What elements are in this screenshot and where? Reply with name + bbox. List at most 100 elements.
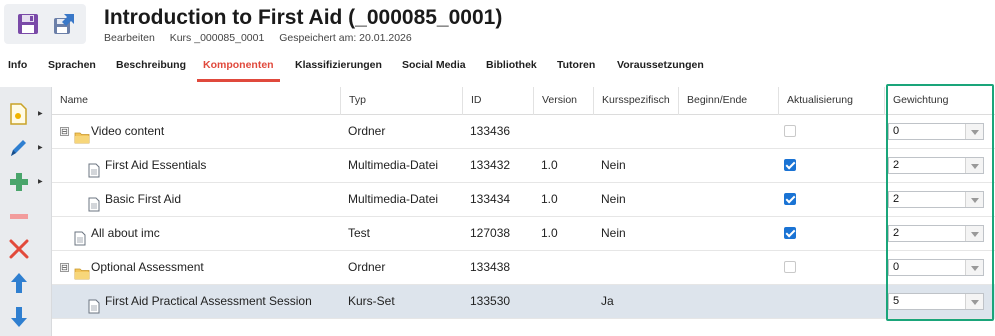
tab-info[interactable]: Info xyxy=(2,52,33,82)
page-meta: Bearbeiten Kurs _000085_0001 Gespeichert… xyxy=(104,32,424,44)
file-icon xyxy=(88,158,102,178)
move-down-icon xyxy=(11,307,27,327)
delete-icon xyxy=(9,239,29,259)
weight-select[interactable]: 0 xyxy=(888,259,984,276)
move-up-button[interactable] xyxy=(6,268,42,298)
chevron-down-icon[interactable] xyxy=(965,260,983,275)
file-icon xyxy=(74,226,88,246)
file-icon xyxy=(88,192,102,212)
column-header-version[interactable]: Version xyxy=(533,87,593,115)
weight-select[interactable]: 5 xyxy=(888,293,984,310)
tab-sprachen[interactable]: Sprachen xyxy=(42,52,102,82)
name-cell: Basic First Aid xyxy=(52,183,340,217)
start-end-cell xyxy=(678,149,778,183)
save-icon[interactable] xyxy=(16,12,40,36)
start-end-cell xyxy=(678,183,778,217)
name-cell: ⊟ Video content xyxy=(52,115,340,149)
meta-saved: Gespeichert am: 20.01.2026 xyxy=(279,32,412,44)
add-icon xyxy=(10,173,28,191)
save-as-icon[interactable] xyxy=(52,12,76,36)
type-cell: Kurs-Set xyxy=(348,294,395,308)
column-header-update[interactable]: Aktualisierung xyxy=(778,87,884,115)
type-cell: Test xyxy=(348,226,371,240)
page-title: Introduction to First Aid (_000085_0001) xyxy=(104,6,503,29)
row-name: Optional Assessment xyxy=(91,260,204,274)
course-specific-cell: Nein xyxy=(601,192,626,206)
new-component-icon xyxy=(10,103,27,125)
new-component-button[interactable]: ▶ xyxy=(6,99,43,129)
id-cell: 133436 xyxy=(470,124,511,138)
column-header-id[interactable]: ID xyxy=(462,87,533,115)
version-cell: 1.0 xyxy=(541,226,558,240)
column-header-course-specific[interactable]: Kursspezifisch xyxy=(593,87,678,115)
move-up-icon xyxy=(11,273,27,293)
id-cell: 133530 xyxy=(470,294,511,308)
chevron-down-icon[interactable] xyxy=(965,192,983,207)
weight-select[interactable]: 0 xyxy=(888,123,984,140)
column-header-weight[interactable]: Gewichtung xyxy=(884,87,995,115)
remove-icon xyxy=(10,214,28,219)
column-header-start-end[interactable]: Beginn/Ende xyxy=(678,87,778,115)
chevron-down-icon[interactable] xyxy=(965,294,983,309)
weight-select[interactable]: 2 xyxy=(888,225,984,242)
add-button[interactable]: ▶ xyxy=(6,167,43,197)
weight-select[interactable]: 2 xyxy=(888,191,984,208)
course-specific-cell: Nein xyxy=(601,158,626,172)
table-row[interactable]: ⊟ Video content Ordner 133436 0 xyxy=(52,115,995,149)
tab-klassifizierungen[interactable]: Klassifizierungen xyxy=(289,52,388,82)
course-specific-cell: Ja xyxy=(601,294,614,308)
update-checkbox xyxy=(784,261,796,273)
delete-button[interactable] xyxy=(6,234,42,264)
table-row[interactable]: ⊟ Optional Assessment Ordner 133438 0 xyxy=(52,251,995,285)
column-header-name[interactable]: Name xyxy=(52,87,340,115)
id-cell: 133434 xyxy=(470,192,511,206)
chevron-down-icon[interactable] xyxy=(965,226,983,241)
edit-button[interactable]: ▶ xyxy=(6,133,43,163)
collapse-toggle-icon[interactable]: ⊟ xyxy=(60,263,69,272)
remove-button[interactable] xyxy=(6,201,42,231)
version-cell xyxy=(533,115,593,149)
tab-tutoren[interactable]: Tutoren xyxy=(551,52,601,82)
tab-beschreibung[interactable]: Beschreibung xyxy=(110,52,192,82)
collapse-toggle-icon[interactable]: ⊟ xyxy=(60,127,69,136)
file-icon xyxy=(88,294,102,314)
course-specific-cell xyxy=(593,115,678,149)
chevron-down-icon[interactable] xyxy=(965,124,983,139)
tab-voraussetzungen[interactable]: Voraussetzungen xyxy=(611,52,710,82)
weight-select[interactable]: 2 xyxy=(888,157,984,174)
column-header-type[interactable]: Typ xyxy=(340,87,462,115)
name-cell: ⊟ Optional Assessment xyxy=(52,251,340,285)
type-cell: Multimedia-Datei xyxy=(348,192,439,206)
update-checkbox[interactable] xyxy=(784,193,796,205)
tab-social-media[interactable]: Social Media xyxy=(396,52,472,82)
type-cell: Ordner xyxy=(348,124,386,138)
start-end-cell xyxy=(678,115,778,149)
table-row[interactable]: First Aid Essentials Multimedia-Datei 1334… xyxy=(52,149,995,183)
id-cell: 133438 xyxy=(470,260,511,274)
table-row[interactable]: Basic First Aid Multimedia-Datei 133434 1.0… xyxy=(52,183,995,217)
edit-icon xyxy=(11,140,26,156)
course-specific-cell xyxy=(593,251,678,285)
tab-bar: Info Sprachen Beschreibung Komponenten K… xyxy=(0,52,995,82)
folder-icon xyxy=(74,260,90,280)
version-cell: 1.0 xyxy=(541,158,558,172)
version-cell xyxy=(533,251,593,285)
tab-komponenten[interactable]: Komponenten xyxy=(197,52,280,82)
table-row[interactable]: First Aid Practical Assessment Session Ku… xyxy=(52,285,995,319)
weight-value: 5 xyxy=(893,295,900,307)
name-cell: First Aid Essentials xyxy=(52,149,340,183)
row-name: First Aid Practical Assessment Session xyxy=(105,294,312,308)
weight-value: 2 xyxy=(893,227,900,239)
chevron-down-icon[interactable] xyxy=(965,158,983,173)
update-checkbox[interactable] xyxy=(784,159,796,171)
table-row[interactable]: All about imc Test 127038 1.0 Nein 2 xyxy=(52,217,995,251)
weight-value: 0 xyxy=(893,261,900,273)
move-down-button[interactable] xyxy=(6,302,42,332)
chevron-right-icon: ▶ xyxy=(38,111,43,117)
start-end-cell xyxy=(678,217,778,251)
type-cell: Ordner xyxy=(348,260,386,274)
update-checkbox[interactable] xyxy=(784,227,796,239)
tab-bibliothek[interactable]: Bibliothek xyxy=(480,52,543,82)
id-cell: 133432 xyxy=(470,158,511,172)
folder-icon xyxy=(74,124,90,144)
